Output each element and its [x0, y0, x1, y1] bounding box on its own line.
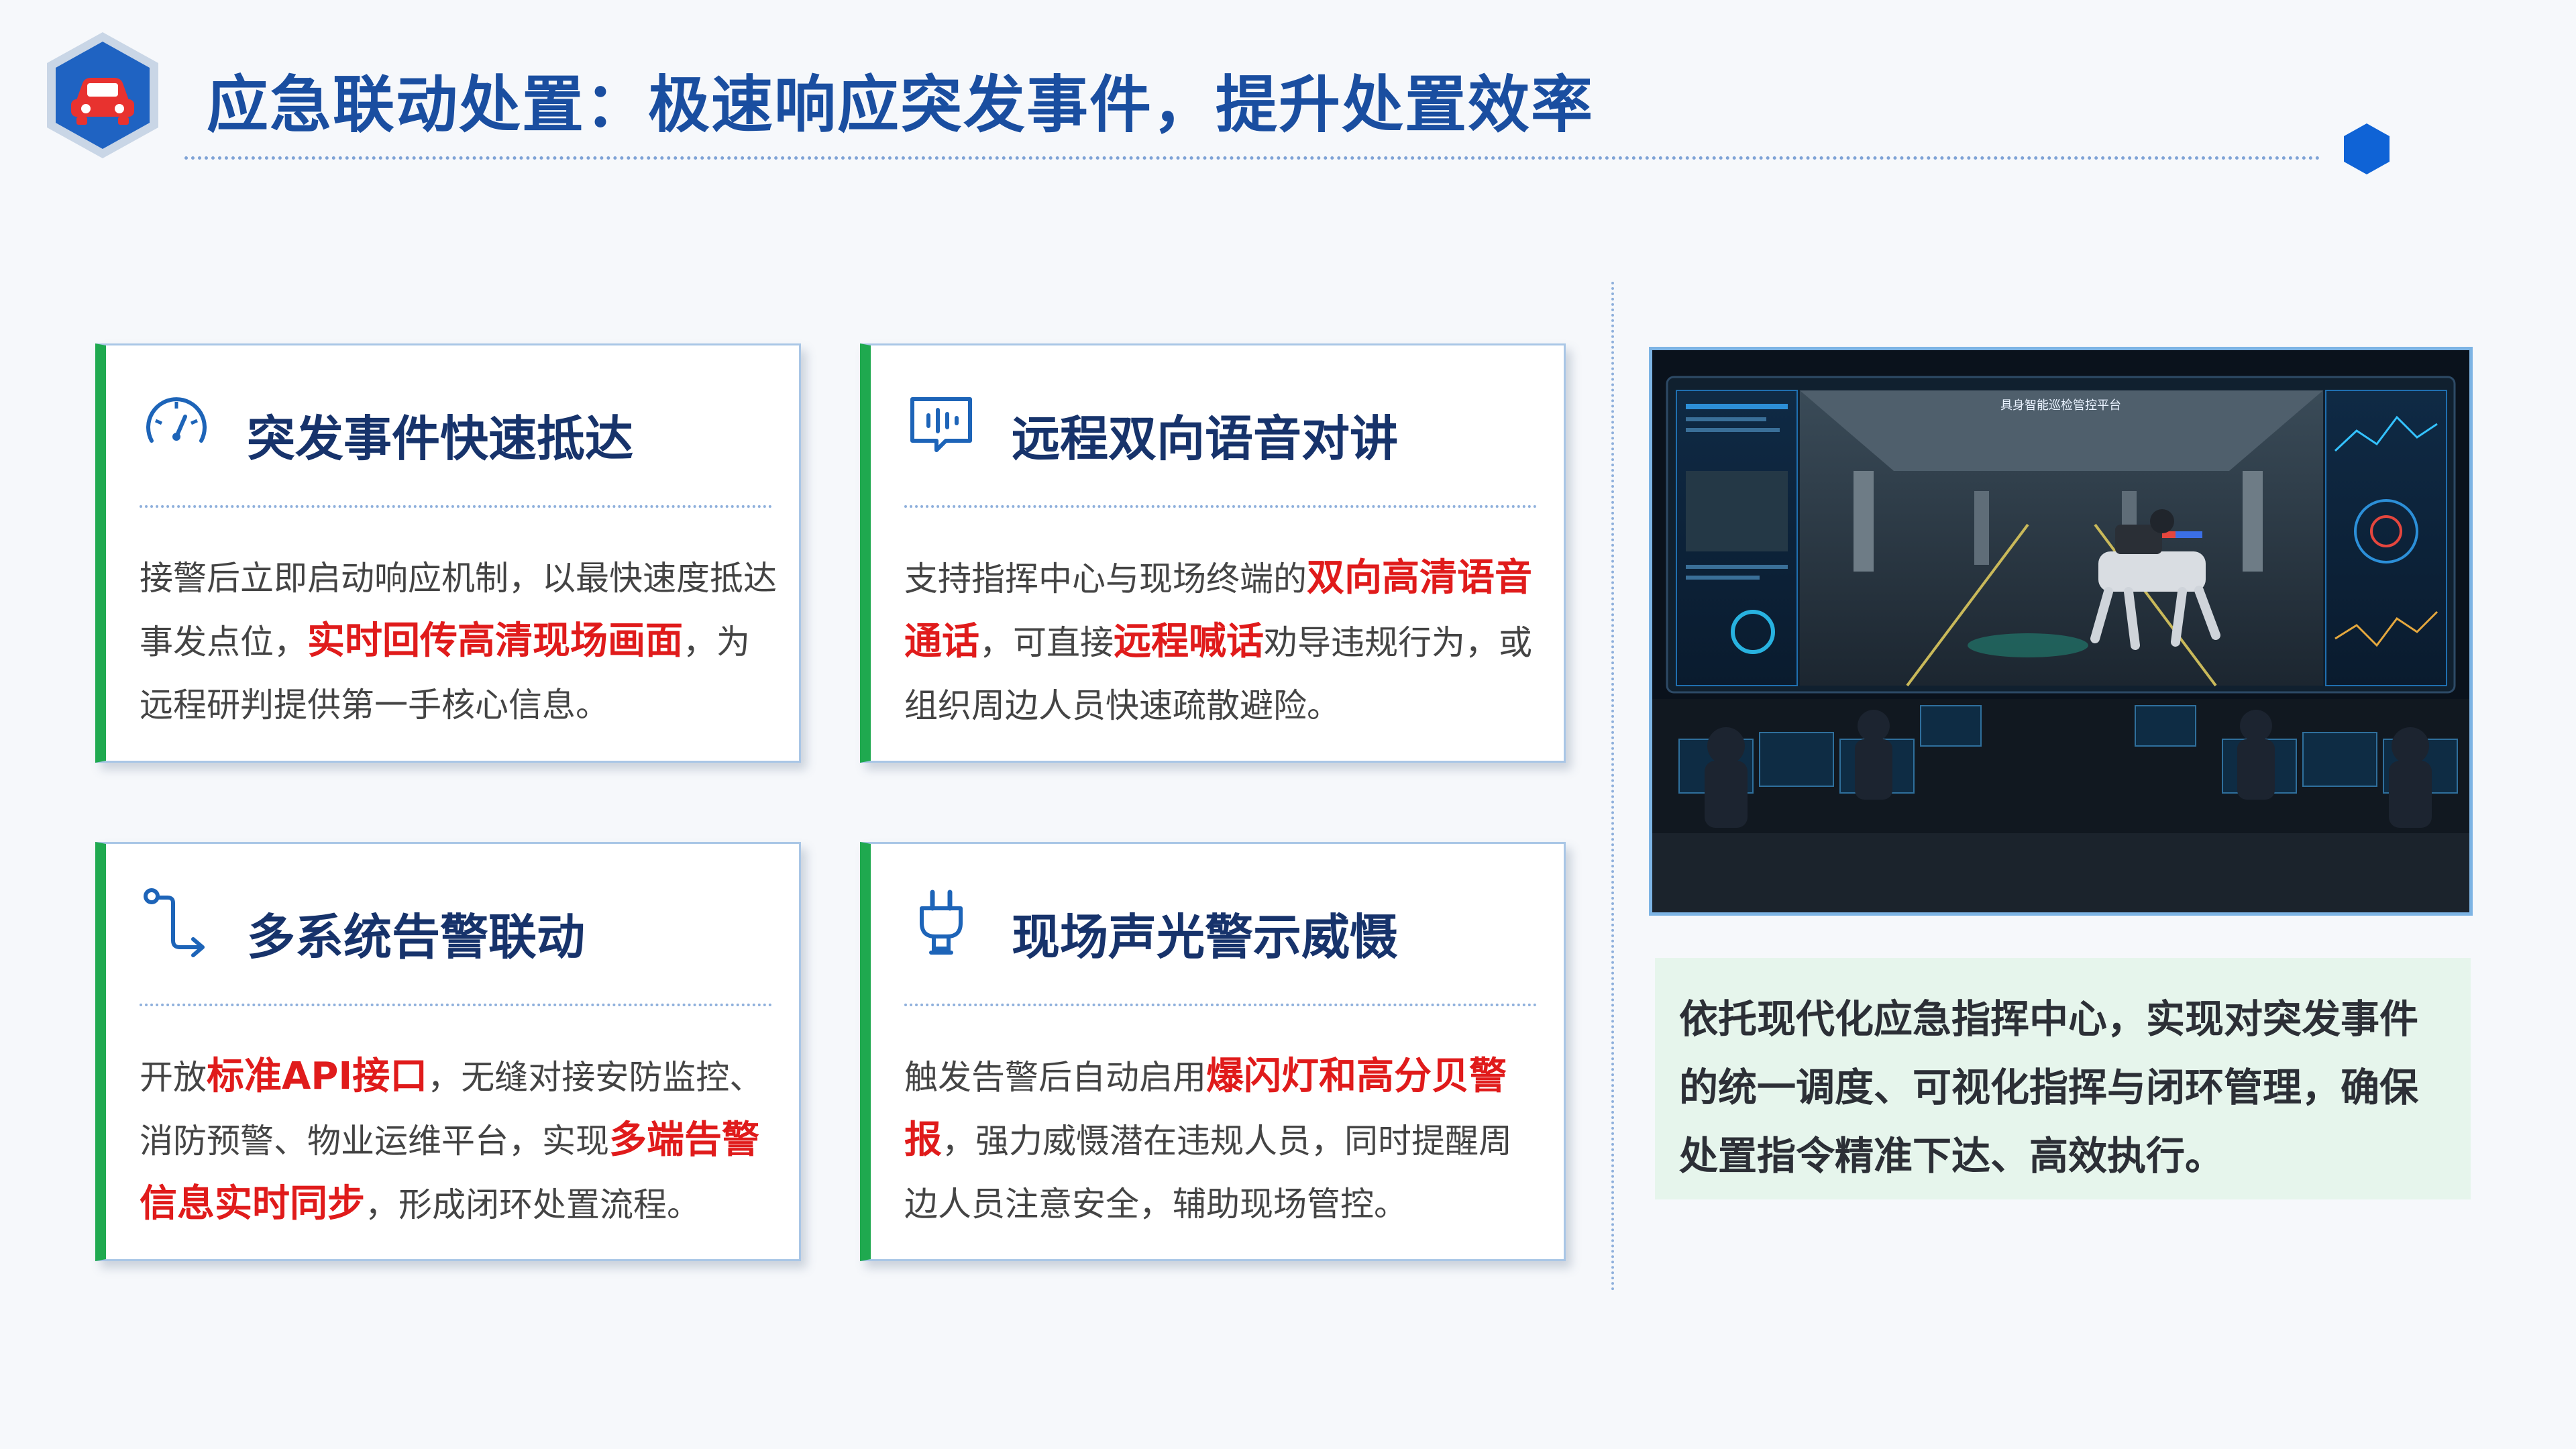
- card-body: 触发告警后自动启用爆闪灯和高分贝警报，强力威慑潜在违规人员，同时提醒周边人员注意…: [904, 1045, 1544, 1236]
- body-highlight: 远程喊话: [1114, 620, 1264, 663]
- feature-card-multi-system-alarm: 多系统告警联动 开放标准API接口，无缝对接安防监控、消防预警、物业运维平台，实…: [95, 842, 801, 1261]
- body-highlight: 标准API接口: [207, 1055, 428, 1098]
- card-body: 接警后立即启动响应机制，以最快速度抵达事发点位，实时回传高清现场画面，为远程研判…: [140, 547, 779, 737]
- body-text: 开放: [140, 1058, 207, 1097]
- title-divider: [184, 156, 2321, 160]
- speedometer-icon: [146, 397, 207, 443]
- card-body: 支持指挥中心与现场终端的双向高清语音通话，可直接远程喊话劝导违规行为，或组织周边…: [904, 547, 1544, 737]
- card-body: 开放标准API接口，无缝对接安防监控、消防预警、物业运维平台，实现多端告警信息实…: [140, 1045, 779, 1236]
- feature-card-sound-light-warning: 现场声光警示威慑 触发告警后自动启用爆闪灯和高分贝警报，强力威慑潜在违规人员，同…: [860, 842, 1566, 1261]
- body-text: ，可直接: [979, 623, 1114, 662]
- screen-title: 具身智能巡检管控平台: [2000, 398, 2121, 413]
- body-text: ，强力威慑潜在违规人员，同时提醒周边人员注意安全，辅助现场管控。: [904, 1122, 1512, 1224]
- voice-chat-icon: [910, 397, 972, 452]
- body-text: 触发告警后自动启用: [904, 1058, 1206, 1097]
- card-divider: [904, 505, 1537, 508]
- card-title: 远程双向语音对讲: [1012, 411, 1399, 467]
- car-logo-badge: [47, 32, 158, 158]
- command-center-robot-dog-image: 具身智能巡检管控平台: [1649, 347, 2473, 916]
- card-divider: [904, 1004, 1537, 1006]
- hexagon-accent-icon: [2344, 123, 2390, 174]
- summary-text: 依托现代化应急指挥中心，实现对突发事件的统一调度、可视化指挥与闭环管理，确保处置…: [1679, 996, 2419, 1179]
- page-title: 应急联动处置：极速响应突发事件，提升处置效率: [207, 69, 1595, 141]
- card-title: 突发事件快速抵达: [247, 411, 634, 467]
- summary-box: 依托现代化应急指挥中心，实现对突发事件的统一调度、可视化指挥与闭环管理，确保处置…: [1655, 958, 2471, 1199]
- card-divider: [140, 1004, 772, 1006]
- column-divider: [1611, 282, 1614, 1291]
- plug-icon: [920, 890, 963, 955]
- card-title: 现场声光警示威慑: [1012, 909, 1399, 965]
- feature-card-rapid-arrival: 突发事件快速抵达 接警后立即启动响应机制，以最快速度抵达事发点位，实时回传高清现…: [95, 343, 801, 763]
- body-highlight: 实时回传高清现场画面: [307, 619, 683, 663]
- body-text: ，形成闭环处置流程。: [365, 1185, 700, 1224]
- card-title: 多系统告警联动: [247, 909, 586, 965]
- body-text: 支持指挥中心与现场终端的: [904, 559, 1307, 598]
- card-divider: [140, 505, 772, 508]
- route-link-icon: [144, 888, 205, 957]
- feature-card-voice-intercom: 远程双向语音对讲 支持指挥中心与现场终端的双向高清语音通话，可直接远程喊话劝导违…: [860, 343, 1566, 763]
